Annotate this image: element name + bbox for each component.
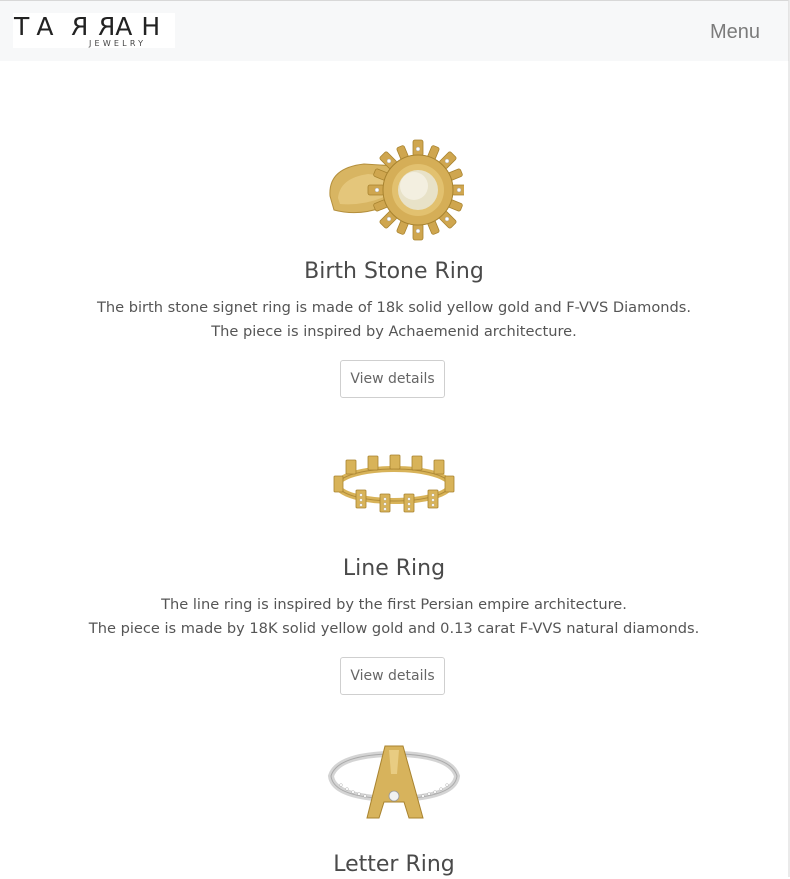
birth-stone-ring-image (0, 138, 788, 242)
product-desc-line-ring-line1: The line ring is inspired by the first P… (161, 596, 627, 613)
line-ring-image (0, 452, 788, 518)
logo-subtitle: JEWELRY (89, 39, 147, 48)
letter-ring-icon (327, 745, 461, 819)
product-title-birth-stone: Birth Stone Ring (304, 259, 484, 284)
product-desc-line-ring-line2: The piece is made by 18K solid yellow go… (88, 620, 700, 637)
birth-stone-ring-icon (329, 139, 464, 241)
menu-button[interactable]: Menu (710, 20, 760, 44)
brand-logo[interactable]: TARRAH JEWELRY (13, 12, 175, 48)
navbar: TARRAH JEWELRY Menu (0, 0, 789, 61)
product-title-line-ring: Line Ring (342, 556, 446, 581)
view-details-button-line-ring[interactable]: View details (340, 657, 445, 695)
product-desc-birth-stone-line2: The piece is inspired by Achaemenid arch… (211, 323, 577, 340)
product-desc-birth-stone-line1: The birth stone signet ring is made of 1… (96, 299, 692, 316)
letter-ring-image (0, 744, 788, 820)
line-ring-icon (333, 454, 455, 513)
product-title-letter-ring: Letter Ring (333, 852, 455, 877)
logo-wordmark: TARRAH (14, 12, 170, 41)
view-details-button-birth-stone[interactable]: View details (340, 360, 445, 398)
